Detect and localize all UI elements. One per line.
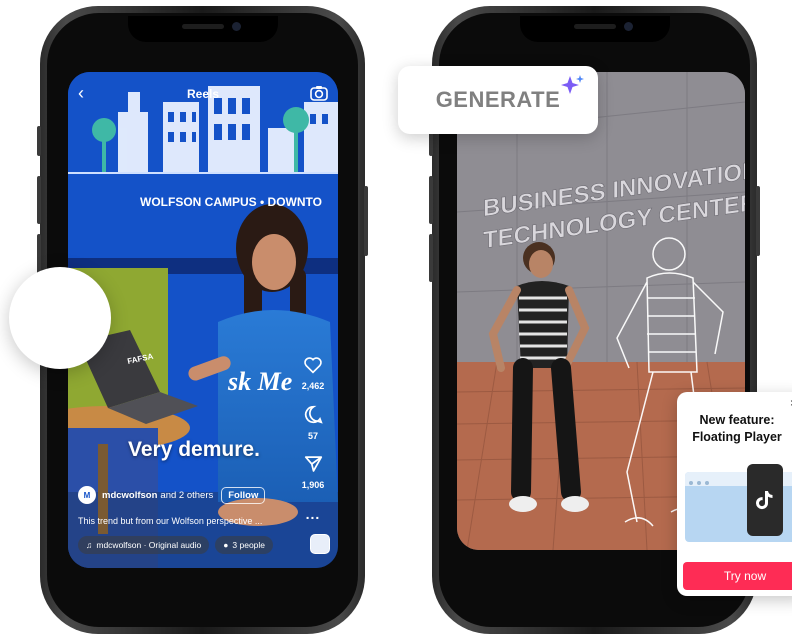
- generate-button[interactable]: GENERATE: [398, 66, 598, 134]
- title-line-2: Floating Player: [692, 430, 782, 444]
- audio-label: mdcwolfson · Original audio: [96, 540, 202, 550]
- audio-waveform-badge: [9, 267, 111, 369]
- audio-thumbnail[interactable]: [310, 534, 330, 554]
- camera-icon[interactable]: [310, 85, 328, 106]
- like-count: 2,462: [301, 381, 325, 391]
- share-icon[interactable]: [304, 455, 323, 478]
- like-icon[interactable]: [303, 356, 323, 379]
- power-button: [756, 186, 760, 256]
- people-label: 3 people: [232, 540, 266, 550]
- author-row: M mdcwolfson and 2 others Follow: [78, 486, 266, 504]
- floating-player-title: New feature: Floating Player: [677, 412, 792, 446]
- more-options-icon[interactable]: ...: [306, 506, 321, 522]
- reels-header: ‹ Reels: [68, 72, 338, 116]
- author-username[interactable]: mdcwolfson: [102, 490, 157, 501]
- audio-row: ♫ mdcwolfson · Original audio ● 3 people: [78, 536, 274, 554]
- back-icon[interactable]: ‹: [78, 84, 84, 102]
- comment-icon[interactable]: [304, 405, 323, 429]
- try-now-button[interactable]: Try now: [683, 562, 792, 590]
- mini-player-illustration: [747, 464, 783, 536]
- share-count: 1,906: [301, 480, 325, 490]
- person-icon: ●: [223, 540, 229, 550]
- reels-title: Reels: [186, 87, 220, 101]
- reel-description[interactable]: This trend but from our Wolfson perspect…: [78, 516, 262, 526]
- sparkle-icon: [561, 75, 584, 94]
- follow-button[interactable]: Follow: [221, 486, 266, 504]
- generate-label: GENERATE: [435, 87, 561, 112]
- volume-down: [429, 234, 433, 282]
- shirt-text: sk Me: [227, 367, 292, 396]
- coauthors-text[interactable]: and 2 others: [160, 490, 213, 501]
- mute-switch: [37, 126, 41, 156]
- video-caption-overlay: Very demure.: [128, 438, 260, 461]
- volume-up: [429, 176, 433, 224]
- volume-up: [37, 176, 41, 224]
- comment-count: 57: [307, 431, 318, 441]
- power-button: [364, 186, 368, 256]
- phone-notch: [127, 16, 278, 42]
- phone-notch: [519, 16, 670, 42]
- avatar[interactable]: M: [78, 486, 96, 504]
- tiktok-logo-icon: [756, 491, 773, 510]
- floating-player-card: × New feature: Floating Player Try now: [677, 392, 792, 596]
- music-note-icon: ♫: [86, 540, 93, 550]
- mural-sign-text: WOLFSON CAMPUS • DOWNTO: [140, 195, 322, 209]
- waveform-icon: [29, 292, 89, 344]
- people-pill[interactable]: ● 3 people: [215, 536, 274, 554]
- reels-actions: 2,462 57 1,906 ...: [296, 356, 330, 522]
- title-line-1: New feature:: [699, 413, 775, 427]
- audio-pill[interactable]: ♫ mdcwolfson · Original audio: [78, 536, 210, 554]
